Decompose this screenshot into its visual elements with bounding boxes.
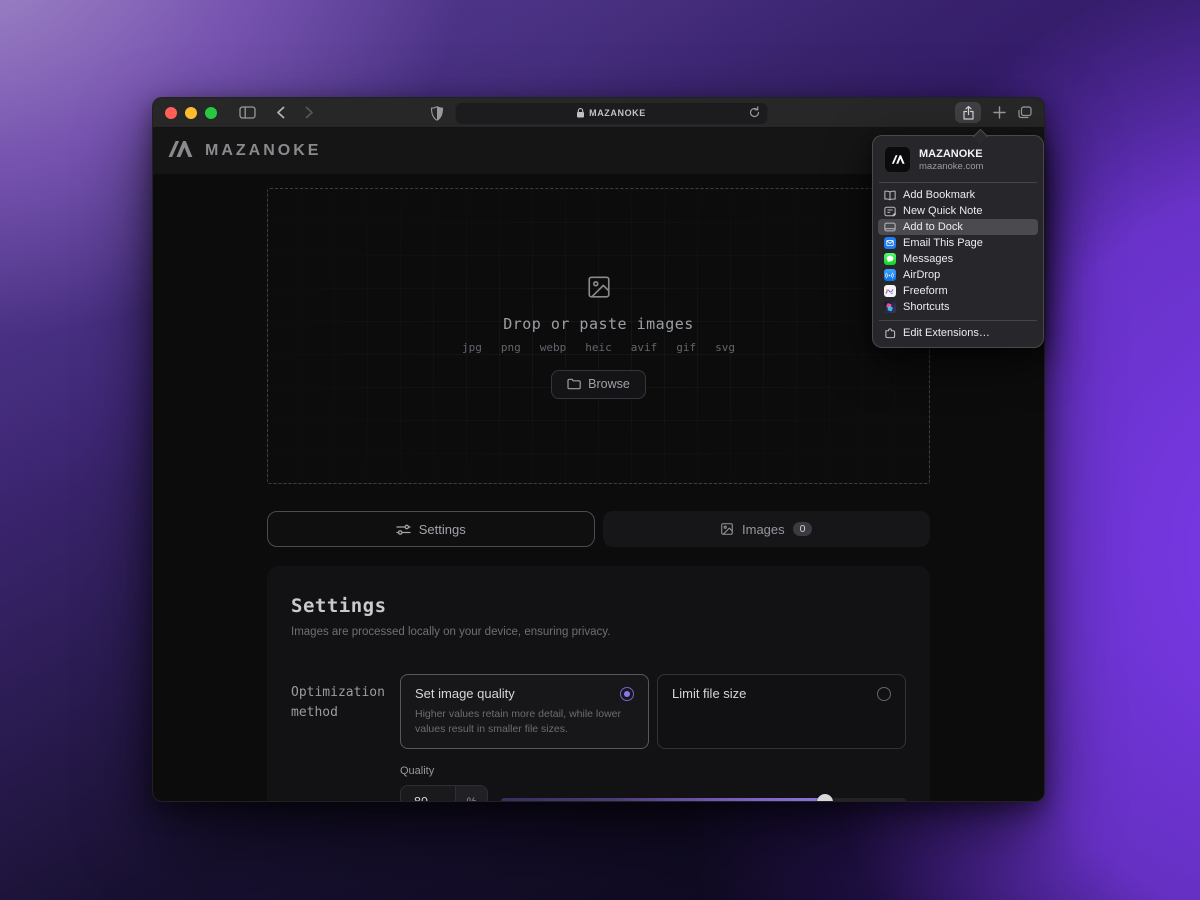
slider-fill: [501, 798, 825, 802]
desktop-wallpaper: MAZANOKE: [0, 0, 1200, 900]
supported-formats: jpg png webp heic avif gif svg: [462, 341, 735, 354]
settings-heading: Settings: [291, 595, 906, 617]
menu-divider: [879, 182, 1037, 183]
option-set-image-quality[interactable]: Set image quality Higher values retain m…: [400, 674, 649, 749]
format-label: gif: [676, 341, 696, 354]
tab-images-label: Images: [742, 522, 785, 537]
quality-value-input[interactable]: 80: [401, 786, 455, 802]
menu-item-email-this-page[interactable]: Email This Page: [878, 235, 1038, 251]
image-icon: [586, 274, 612, 305]
back-icon[interactable]: [276, 106, 285, 119]
menu-item-label: Add Bookmark: [903, 189, 975, 201]
menu-item-shortcuts[interactable]: Shortcuts: [878, 299, 1038, 315]
quality-label: Quality: [400, 765, 906, 777]
brand-name: MAZANOKE: [205, 142, 321, 160]
share-menu: MAZANOKE mazanoke.com Add Bookmark New Q…: [872, 135, 1044, 348]
address-bar-title: MAZANOKE: [589, 108, 646, 118]
quality-unit: %: [455, 786, 487, 802]
format-label: webp: [540, 341, 567, 354]
browse-button[interactable]: Browse: [551, 370, 646, 399]
airdrop-icon: [883, 269, 896, 282]
option-limit-file-size[interactable]: Limit file size: [657, 674, 906, 749]
menu-item-label: Edit Extensions…: [903, 327, 990, 339]
menu-item-label: New Quick Note: [903, 205, 982, 217]
sidebar-toggle-icon[interactable]: [239, 106, 256, 119]
folder-icon: [567, 378, 581, 390]
browser-titlebar: MAZANOKE: [153, 98, 1044, 128]
menu-item-label: Email This Page: [903, 237, 983, 249]
tab-settings[interactable]: Settings: [267, 511, 595, 547]
image-drop-zone[interactable]: Drop or paste images jpg png webp heic a…: [267, 188, 930, 484]
quality-slider[interactable]: [501, 785, 906, 802]
slider-thumb[interactable]: [817, 794, 833, 802]
option-title: Set image quality: [415, 686, 515, 701]
browse-button-label: Browse: [588, 377, 630, 391]
optimization-method-label: Optimization method: [291, 674, 400, 802]
share-site-name: MAZANOKE: [919, 148, 983, 160]
menu-item-freeform[interactable]: Freeform: [878, 283, 1038, 299]
radio-unselected-icon[interactable]: [877, 687, 891, 701]
option-description: Higher values retain more detail, while …: [415, 707, 634, 737]
menu-item-label: AirDrop: [903, 269, 940, 281]
format-label: heic: [585, 341, 612, 354]
image-icon: [720, 522, 734, 536]
tab-images[interactable]: Images 0: [603, 511, 931, 547]
messages-icon: [883, 253, 896, 266]
format-label: jpg: [462, 341, 482, 354]
menu-item-label: Messages: [903, 253, 953, 265]
radio-selected-icon[interactable]: [620, 687, 634, 701]
address-bar[interactable]: MAZANOKE: [455, 103, 767, 124]
settings-subtitle: Images are processed locally on your dev…: [291, 626, 906, 638]
format-label: png: [501, 341, 521, 354]
freeform-icon: [883, 285, 896, 298]
dropzone-title: Drop or paste images: [503, 315, 694, 333]
privacy-shield-icon[interactable]: [430, 106, 443, 121]
menu-item-new-quick-note[interactable]: New Quick Note: [878, 203, 1038, 219]
format-label: svg: [715, 341, 735, 354]
mazanoke-logo-icon: [165, 139, 195, 164]
menu-item-messages[interactable]: Messages: [878, 251, 1038, 267]
book-icon: [883, 189, 896, 202]
zoom-window-button[interactable]: [205, 107, 217, 119]
share-site-domain: mazanoke.com: [919, 161, 983, 172]
menu-item-label: Freeform: [903, 285, 948, 297]
close-window-button[interactable]: [165, 107, 177, 119]
puzzle-icon: [883, 327, 896, 340]
menu-item-label: Add to Dock: [903, 221, 963, 233]
reload-icon[interactable]: [748, 106, 760, 119]
sliders-icon: [396, 523, 411, 536]
option-title: Limit file size: [672, 686, 746, 701]
slider-track[interactable]: [501, 798, 906, 802]
share-menu-header: MAZANOKE mazanoke.com: [878, 142, 1038, 180]
tab-settings-label: Settings: [419, 522, 466, 537]
mail-icon: [883, 237, 896, 250]
tab-overview-icon[interactable]: [1018, 106, 1032, 119]
menu-item-airdrop[interactable]: AirDrop: [878, 267, 1038, 283]
window-controls: [165, 107, 217, 119]
quality-input-group: 80 %: [400, 785, 488, 802]
images-count-badge: 0: [793, 522, 813, 536]
share-button[interactable]: [955, 102, 981, 123]
menu-item-add-bookmark[interactable]: Add Bookmark: [878, 187, 1038, 203]
new-tab-icon[interactable]: [993, 106, 1006, 119]
lock-icon: [576, 108, 584, 118]
minimize-window-button[interactable]: [185, 107, 197, 119]
forward-icon[interactable]: [305, 106, 314, 119]
shortcuts-icon: [883, 301, 896, 314]
menu-item-label: Shortcuts: [903, 301, 949, 313]
menu-item-edit-extensions[interactable]: Edit Extensions…: [878, 325, 1038, 341]
menu-item-add-to-dock[interactable]: Add to Dock: [878, 219, 1038, 235]
quick-note-icon: [883, 205, 896, 218]
settings-panel: Settings Images are processed locally on…: [267, 566, 930, 802]
dock-icon: [883, 221, 896, 234]
format-label: avif: [631, 341, 658, 354]
mazanoke-app-icon: [884, 146, 911, 173]
view-tabs: Settings Images 0: [267, 511, 930, 547]
menu-divider: [879, 320, 1037, 321]
